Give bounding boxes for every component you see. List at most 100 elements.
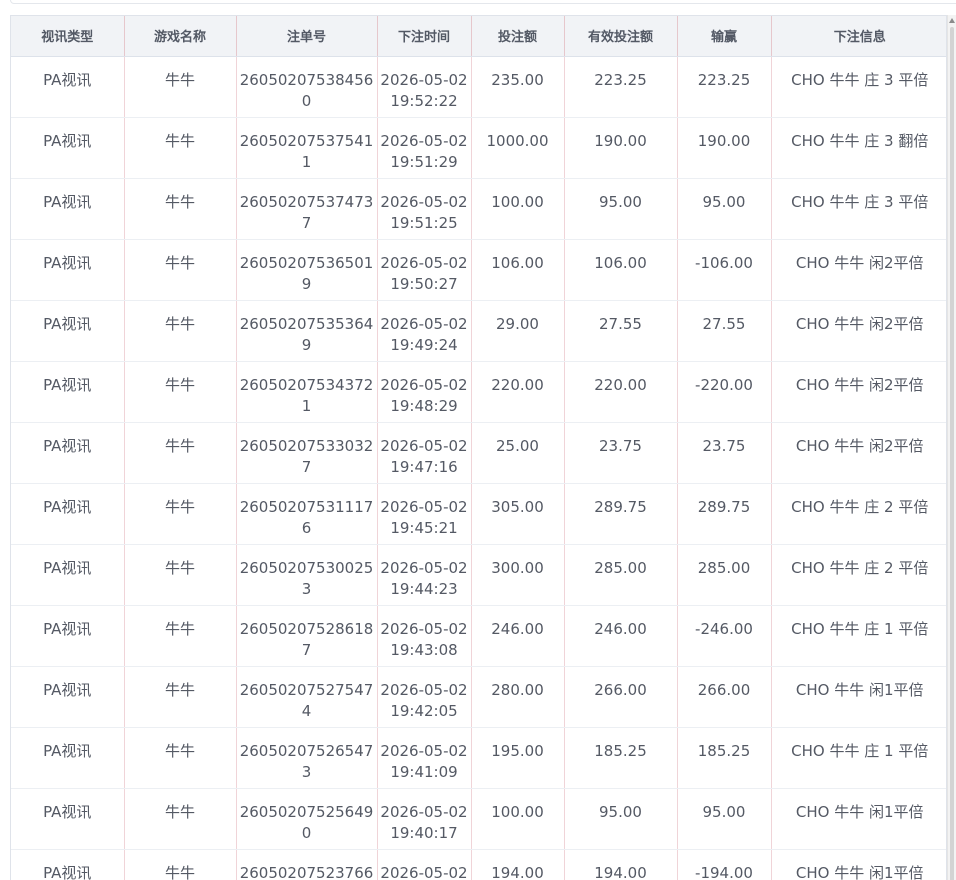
bet-time-cell: 2026-05-02 19:40:17 bbox=[377, 788, 472, 850]
valid-bet-amount-cell: 289.75 bbox=[564, 483, 678, 545]
column-header-bet-info[interactable]: 下注信息 bbox=[771, 16, 946, 57]
top-panel-edge bbox=[10, 0, 956, 4]
bet-amount-cell: 29.00 bbox=[471, 300, 565, 362]
bet-amount-cell: 300.00 bbox=[471, 544, 565, 606]
win-loss-cell: 285.00 bbox=[677, 544, 772, 606]
game-name-cell: 牛牛 bbox=[124, 239, 237, 301]
column-header-game-name[interactable]: 游戏名称 bbox=[124, 16, 237, 57]
game-name-cell: 牛牛 bbox=[124, 422, 237, 484]
bet-amount-cell: 194.00 bbox=[471, 849, 565, 880]
table-row[interactable]: PA视讯 牛牛 260502075300253 2026-05-02 19:44:23… bbox=[11, 544, 946, 606]
video-type-cell: PA视讯 bbox=[11, 300, 125, 362]
table-row[interactable]: PA视讯 牛牛 260502075343721 2026-05-02 19:48:29… bbox=[11, 361, 946, 423]
game-name-cell: 牛牛 bbox=[124, 605, 237, 667]
column-header-valid-bet-amount[interactable]: 有效投注额 bbox=[564, 16, 678, 57]
bet-amount-cell: 305.00 bbox=[471, 483, 565, 545]
bet-time-cell: 2026-05-02 19:51:29 bbox=[377, 117, 472, 179]
valid-bet-amount-cell: 23.75 bbox=[564, 422, 678, 484]
bet-time-cell: 2026-05-02 19:47:16 bbox=[377, 422, 472, 484]
valid-bet-amount-cell: 266.00 bbox=[564, 666, 678, 728]
win-loss-cell: -246.00 bbox=[677, 605, 772, 667]
bet-amount-cell: 235.00 bbox=[471, 56, 565, 118]
bet-info-cell: CHO 牛牛 闲2平倍 bbox=[771, 422, 946, 484]
win-loss-cell: 266.00 bbox=[677, 666, 772, 728]
win-loss-cell: 27.55 bbox=[677, 300, 772, 362]
video-type-cell: PA视讯 bbox=[11, 666, 125, 728]
video-type-cell: PA视讯 bbox=[11, 117, 125, 179]
bet-id-cell: 260502075330327 bbox=[236, 422, 378, 484]
bet-id-cell: 260502075374737 bbox=[236, 178, 378, 240]
video-type-cell: PA视讯 bbox=[11, 605, 125, 667]
game-name-cell: 牛牛 bbox=[124, 178, 237, 240]
bet-amount-cell: 100.00 bbox=[471, 178, 565, 240]
table-row[interactable]: PA视讯 牛牛 260502075275474 2026-05-02 19:42:05… bbox=[11, 666, 946, 728]
bet-info-cell: CHO 牛牛 闲2平倍 bbox=[771, 300, 946, 362]
bet-id-cell: 260502075256490 bbox=[236, 788, 378, 850]
bet-time-cell: 2026-05-02 bbox=[377, 849, 472, 880]
bet-info-cell: CHO 牛牛 庄 1 平倍 bbox=[771, 605, 946, 667]
valid-bet-amount-cell: 27.55 bbox=[564, 300, 678, 362]
table-row[interactable]: PA视讯 牛牛 260502075374737 2026-05-02 19:51:25… bbox=[11, 178, 946, 240]
bet-id-cell: 260502075311176 bbox=[236, 483, 378, 545]
vertical-scrollbar[interactable] bbox=[947, 15, 956, 880]
table-row[interactable]: PA视讯 牛牛 260502075365019 2026-05-02 19:50:27… bbox=[11, 239, 946, 301]
bet-amount-cell: 100.00 bbox=[471, 788, 565, 850]
win-loss-cell: 289.75 bbox=[677, 483, 772, 545]
column-header-bet-time[interactable]: 下注时间 bbox=[377, 16, 472, 57]
game-name-cell: 牛牛 bbox=[124, 117, 237, 179]
bet-time-cell: 2026-05-02 19:41:09 bbox=[377, 727, 472, 789]
column-header-bet-amount[interactable]: 投注额 bbox=[471, 16, 565, 57]
game-name-cell: 牛牛 bbox=[124, 544, 237, 606]
scroll-up-arrow-icon[interactable] bbox=[949, 18, 955, 23]
video-type-cell: PA视讯 bbox=[11, 483, 125, 545]
bet-amount-cell: 195.00 bbox=[471, 727, 565, 789]
column-header-video-type[interactable]: 视讯类型 bbox=[11, 16, 125, 57]
video-type-cell: PA视讯 bbox=[11, 727, 125, 789]
video-type-cell: PA视讯 bbox=[11, 544, 125, 606]
win-loss-cell: -220.00 bbox=[677, 361, 772, 423]
game-name-cell: 牛牛 bbox=[124, 361, 237, 423]
valid-bet-amount-cell: 220.00 bbox=[564, 361, 678, 423]
bet-id-cell: 260502075343721 bbox=[236, 361, 378, 423]
column-header-bet-id[interactable]: 注单号 bbox=[236, 16, 378, 57]
table-row[interactable]: PA视讯 牛牛 260502075330327 2026-05-02 19:47:16… bbox=[11, 422, 946, 484]
bet-info-cell: CHO 牛牛 闲2平倍 bbox=[771, 239, 946, 301]
bet-info-cell: CHO 牛牛 庄 1 平倍 bbox=[771, 727, 946, 789]
win-loss-cell: 95.00 bbox=[677, 178, 772, 240]
bet-id-cell: 260502075265473 bbox=[236, 727, 378, 789]
video-type-cell: PA视讯 bbox=[11, 178, 125, 240]
bet-id-cell: 260502075375411 bbox=[236, 117, 378, 179]
bet-info-cell: CHO 牛牛 庄 2 平倍 bbox=[771, 544, 946, 606]
scrollbar-thumb[interactable] bbox=[950, 27, 954, 880]
bet-amount-cell: 280.00 bbox=[471, 666, 565, 728]
bet-info-cell: CHO 牛牛 庄 2 平倍 bbox=[771, 483, 946, 545]
game-name-cell: 牛牛 bbox=[124, 727, 237, 789]
win-loss-cell: -106.00 bbox=[677, 239, 772, 301]
bet-time-cell: 2026-05-02 19:51:25 bbox=[377, 178, 472, 240]
table-row[interactable]: PA视讯 牛牛 260502075384560 2026-05-02 19:52:22… bbox=[11, 56, 946, 118]
win-loss-cell: 223.25 bbox=[677, 56, 772, 118]
bet-records-table-container: 视讯类型 游戏名称 注单号 下注时间 投注额 有效投注额 输赢 下注信息 PA视… bbox=[10, 15, 947, 880]
bet-time-cell: 2026-05-02 19:43:08 bbox=[377, 605, 472, 667]
table-row[interactable]: PA视讯 牛牛 260502075286187 2026-05-02 19:43:08… bbox=[11, 605, 946, 667]
table-row[interactable]: PA视讯 牛牛 260502075265473 2026-05-02 19:41:09… bbox=[11, 727, 946, 789]
table-row[interactable]: PA视讯 牛牛 260502075375411 2026-05-02 19:51:29… bbox=[11, 117, 946, 179]
bet-id-cell: 260502075275474 bbox=[236, 666, 378, 728]
win-loss-cell: 23.75 bbox=[677, 422, 772, 484]
table-row[interactable]: PA视讯 牛牛 260502075311176 2026-05-02 19:45:21… bbox=[11, 483, 946, 545]
column-header-win-loss[interactable]: 输赢 bbox=[677, 16, 772, 57]
video-type-cell: PA视讯 bbox=[11, 788, 125, 850]
valid-bet-amount-cell: 246.00 bbox=[564, 605, 678, 667]
bet-time-cell: 2026-05-02 19:48:29 bbox=[377, 361, 472, 423]
table-row[interactable]: PA视讯 牛牛 260502075353649 2026-05-02 19:49:24… bbox=[11, 300, 946, 362]
win-loss-cell: 95.00 bbox=[677, 788, 772, 850]
win-loss-cell: -194.00 bbox=[677, 849, 772, 880]
bet-amount-cell: 220.00 bbox=[471, 361, 565, 423]
table-row[interactable]: PA视讯 牛牛 260502075256490 2026-05-02 19:40:17… bbox=[11, 788, 946, 850]
valid-bet-amount-cell: 190.00 bbox=[564, 117, 678, 179]
bet-info-cell: CHO 牛牛 闲1平倍 bbox=[771, 849, 946, 880]
bet-time-cell: 2026-05-02 19:44:23 bbox=[377, 544, 472, 606]
bet-id-cell: 260502075365019 bbox=[236, 239, 378, 301]
valid-bet-amount-cell: 185.25 bbox=[564, 727, 678, 789]
table-row[interactable]: PA视讯 牛牛 26050207523766 2026-05-02 194.00 194.… bbox=[11, 849, 946, 880]
